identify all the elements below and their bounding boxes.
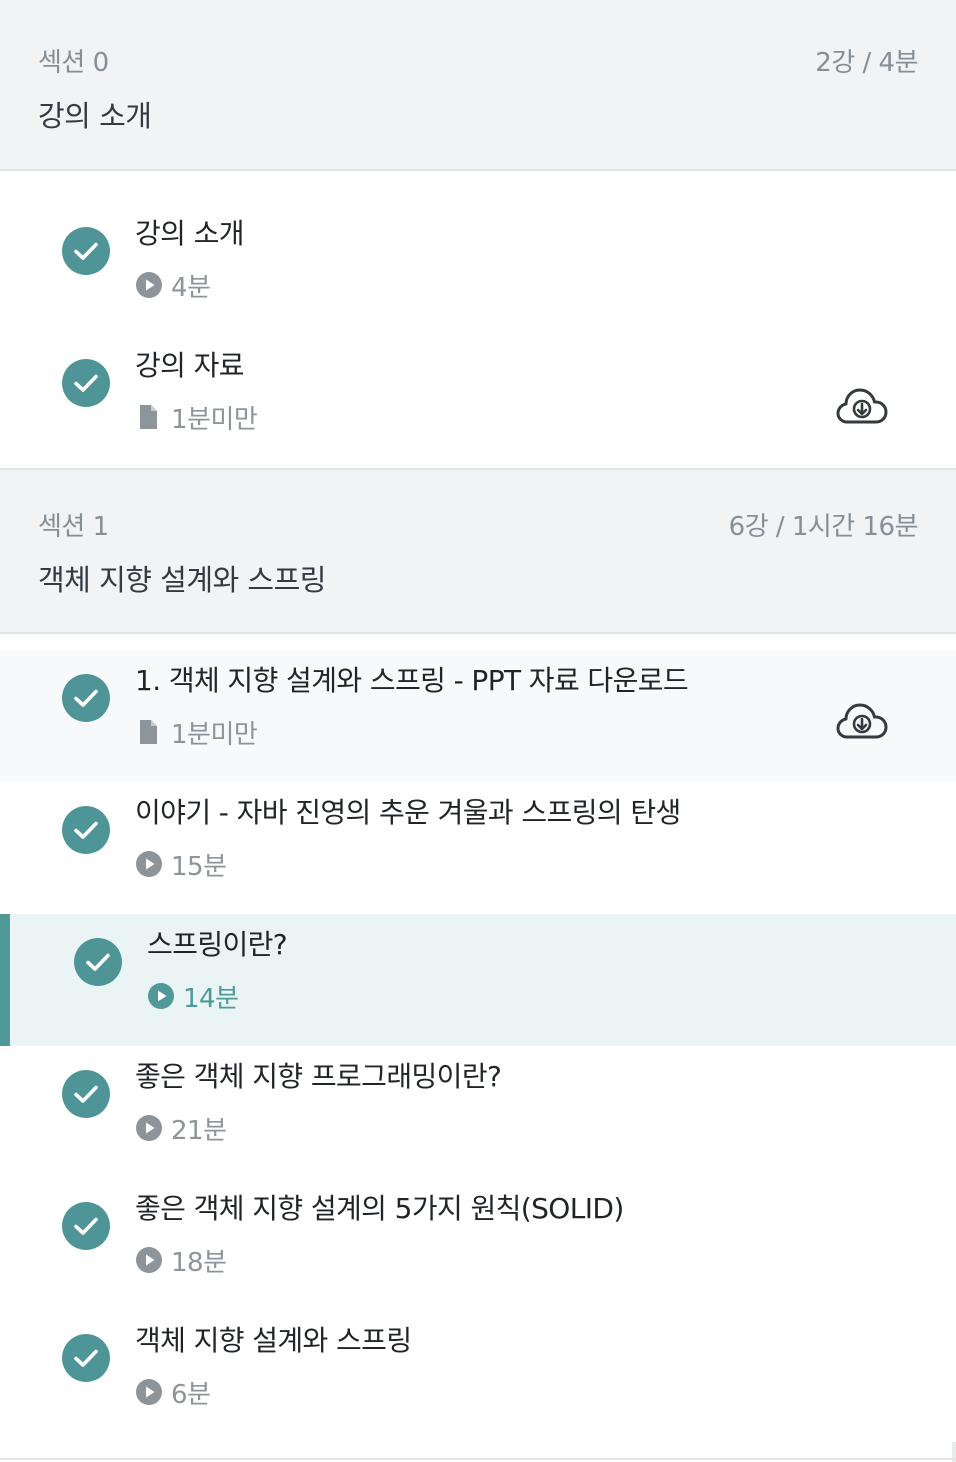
- lesson-meta: 4분: [135, 265, 211, 305]
- lesson-meta: 6분: [135, 1372, 211, 1412]
- lesson-item[interactable]: 1. 객체 지향 설계와 스프링 - PPT 자료 다운로드 1분미만: [0, 650, 956, 782]
- check-circle-icon: [62, 674, 110, 722]
- lesson-item[interactable]: 강의 소개 4분: [0, 203, 956, 335]
- section-header-1[interactable]: 섹션 1 6강 / 1시간 16분 객체 지향 설계와 스프링: [0, 468, 956, 634]
- lesson-duration: 4분: [171, 272, 211, 303]
- lesson-title: 스프링이란?: [147, 928, 288, 961]
- lesson-duration: 18분: [171, 1247, 227, 1278]
- lesson-meta: 21분: [135, 1108, 227, 1148]
- file-icon: [140, 720, 157, 744]
- section-body-1: 1. 객체 지향 설계와 스프링 - PPT 자료 다운로드 1분미만 이야기 …: [0, 634, 956, 1442]
- play-circle-icon: [136, 1115, 162, 1141]
- lesson-duration: 1분미만: [171, 404, 258, 435]
- lesson-item[interactable]: 강의 자료 1분미만: [0, 335, 956, 467]
- check-circle-icon: [62, 1202, 110, 1250]
- play-circle-icon: [136, 851, 162, 877]
- lesson-title: 객체 지향 설계와 스프링: [135, 1324, 412, 1357]
- check-circle-icon: [74, 938, 122, 986]
- play-circle-icon: [136, 1247, 162, 1273]
- lesson-duration: 6분: [171, 1379, 211, 1410]
- check-circle-icon: [62, 227, 110, 275]
- section-header-0[interactable]: 섹션 0 2강 / 4분 강의 소개: [0, 6, 956, 171]
- lesson-meta: 1분미만: [135, 397, 258, 437]
- lesson-item[interactable]: 객체 지향 설계와 스프링 6분: [0, 1310, 956, 1442]
- lesson-title: 이야기 - 자바 진영의 추운 겨울과 스프링의 탄생: [135, 796, 681, 829]
- lesson-duration: 21분: [171, 1115, 227, 1146]
- lesson-title: 강의 소개: [135, 217, 245, 250]
- play-circle-icon: [148, 983, 174, 1009]
- lesson-item[interactable]: 이야기 - 자바 진영의 추운 겨울과 스프링의 탄생 15분: [0, 782, 956, 914]
- play-circle-icon: [136, 1379, 162, 1405]
- lesson-duration: 15분: [171, 851, 227, 882]
- lesson-title: 좋은 객체 지향 프로그래밍이란?: [135, 1060, 502, 1093]
- lesson-title: 좋은 객체 지향 설계의 5가지 원칙(SOLID): [135, 1192, 624, 1225]
- lesson-meta: 14분: [147, 976, 239, 1016]
- curriculum-list: 섹션 0 2강 / 4분 강의 소개 강의 소개 4분 강의 자료 1분미만 섹…: [0, 0, 956, 1462]
- lesson-duration: 14분: [183, 983, 239, 1014]
- section-title: 객체 지향 설계와 스프링: [38, 563, 326, 597]
- cloud-download-icon[interactable]: [836, 702, 888, 742]
- lesson-meta: 1분미만: [135, 712, 258, 752]
- lesson-meta: 15분: [135, 844, 227, 884]
- lesson-title: 1. 객체 지향 설계와 스프링 - PPT 자료 다운로드: [135, 664, 689, 697]
- lesson-item-active[interactable]: 스프링이란? 14분: [0, 914, 956, 1046]
- check-circle-icon: [62, 1070, 110, 1118]
- lesson-item[interactable]: 좋은 객체 지향 프로그래밍이란? 21분: [0, 1046, 956, 1178]
- lesson-item[interactable]: 좋은 객체 지향 설계의 5가지 원칙(SOLID) 18분: [0, 1178, 956, 1310]
- section-body-0: 강의 소개 4분 강의 자료 1분미만: [0, 171, 956, 468]
- lesson-meta: 18분: [135, 1240, 227, 1280]
- check-circle-icon: [62, 359, 110, 407]
- file-icon: [140, 405, 157, 429]
- section-meta: 6강 / 1시간 16분: [728, 512, 919, 542]
- cloud-download-icon[interactable]: [836, 387, 888, 427]
- section-title: 강의 소개: [38, 99, 152, 133]
- play-circle-icon: [136, 272, 162, 298]
- section-meta: 2강 / 4분: [815, 48, 918, 78]
- divider: [0, 1458, 956, 1460]
- active-indicator: [0, 914, 10, 1046]
- lesson-title: 강의 자료: [135, 349, 245, 382]
- section-number: 섹션 0: [38, 48, 109, 78]
- check-circle-icon: [62, 1334, 110, 1382]
- lesson-duration: 1분미만: [171, 719, 258, 750]
- section-number: 섹션 1: [38, 512, 109, 542]
- check-circle-icon: [62, 806, 110, 854]
